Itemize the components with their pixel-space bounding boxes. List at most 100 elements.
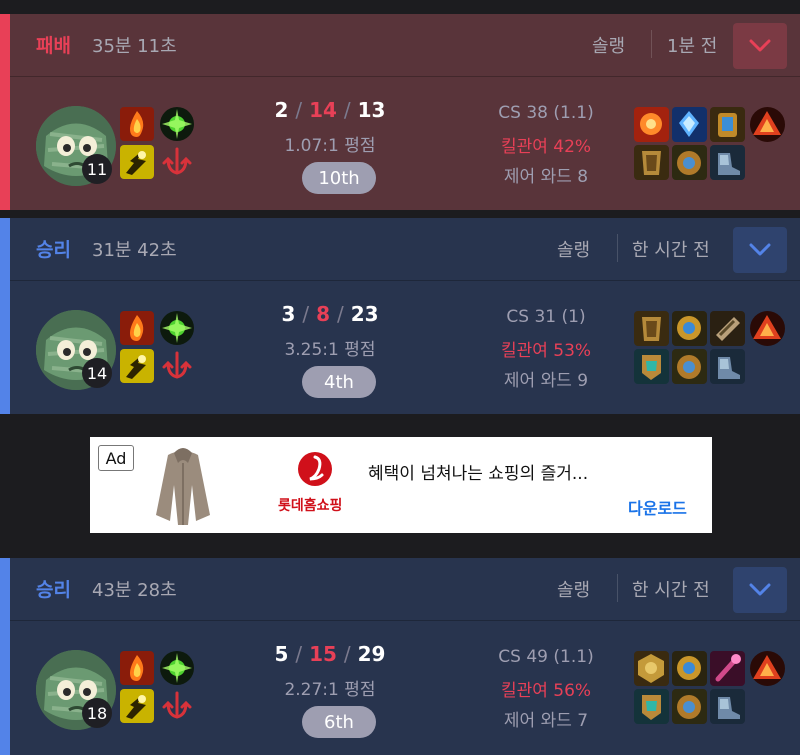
expand-button[interactable] xyxy=(733,23,787,69)
ad-brand: 롯데홈쇼핑 xyxy=(278,498,343,514)
kda-ratio: 2.27:1 평점 xyxy=(284,680,376,700)
header-divider xyxy=(617,234,618,262)
sunfire-aegis-icon[interactable] xyxy=(634,107,669,142)
ignite-icon[interactable] xyxy=(120,651,154,685)
control-wards: 제어 와드 9 xyxy=(503,371,589,391)
keystone-rune-icon xyxy=(160,311,194,345)
demonic-embrace-icon[interactable] xyxy=(672,349,707,384)
flash-icon[interactable] xyxy=(120,349,154,383)
queue-type: 솔랭 xyxy=(557,580,591,601)
keystone-rune-icon xyxy=(160,107,194,141)
void-staff-icon[interactable] xyxy=(710,651,745,686)
ad-label: Ad xyxy=(98,445,134,471)
chevron-down-icon xyxy=(749,583,771,596)
rank-badge: 4th xyxy=(302,366,376,398)
queue-type: 솔랭 xyxy=(557,240,591,261)
oracle-lens-icon[interactable] xyxy=(750,107,785,142)
kill-participation: 킬관여 56% xyxy=(500,681,592,701)
match-duration: 31분 42초 xyxy=(92,240,177,261)
control-wards: 제어 와드 7 xyxy=(503,711,589,731)
ignite-icon[interactable] xyxy=(120,311,154,345)
thornmail-icon[interactable] xyxy=(634,311,669,346)
kda: 2 / 14 / 13 xyxy=(274,98,386,122)
oracle-lens-icon[interactable] xyxy=(750,651,785,686)
match-header: 승리 31분 42초 솔랭 한 시간 전 xyxy=(10,218,800,281)
champion-level: 18 xyxy=(82,698,112,728)
match-card-win[interactable]: 승리 43분 28초 솔랭 한 시간 전 18 5 / 15 / 29 2.27… xyxy=(0,558,800,755)
kda-ratio: 3.25:1 평점 xyxy=(284,340,376,360)
kills: 2 xyxy=(274,98,289,122)
creep-score: CS 31 (1) xyxy=(506,307,586,327)
flash-icon[interactable] xyxy=(120,689,154,723)
result-stripe xyxy=(0,14,10,210)
flash-icon[interactable] xyxy=(120,145,154,179)
ad-banner[interactable]: Ad 롯데홈쇼핑 혜택이 넘쳐나는 쇼핑의 즐거... 다운로드 xyxy=(90,437,712,533)
match-result: 승리 xyxy=(36,579,71,601)
secondary-rune-icon xyxy=(160,145,194,179)
deaths: 15 xyxy=(309,642,337,666)
kills: 3 xyxy=(281,302,296,326)
secondary-rune-icon xyxy=(160,349,194,383)
control-wards: 제어 와드 8 xyxy=(503,167,589,187)
mercury-treads-icon[interactable] xyxy=(710,145,745,180)
kda-ratio: 1.07:1 평점 xyxy=(284,136,376,156)
frozen-heart-icon[interactable] xyxy=(672,107,707,142)
demonic-embrace-icon[interactable] xyxy=(672,689,707,724)
assists: 23 xyxy=(350,302,379,326)
rank-badge: 10th xyxy=(302,162,376,194)
queue-type: 솔랭 xyxy=(592,36,626,57)
plated-steelcaps-icon[interactable] xyxy=(710,311,745,346)
mercury-treads-icon[interactable] xyxy=(710,689,745,724)
secondary-rune-icon xyxy=(160,689,194,723)
chevron-down-icon xyxy=(749,39,771,52)
kill-participation: 킬관여 42% xyxy=(500,137,592,157)
zhonyas-icon[interactable] xyxy=(672,311,707,346)
creep-score: CS 49 (1.1) xyxy=(498,647,594,667)
ignite-icon[interactable] xyxy=(120,107,154,141)
zhonyas-icon[interactable] xyxy=(672,651,707,686)
demonic-embrace-icon[interactable] xyxy=(672,145,707,180)
rank-badge: 6th xyxy=(302,706,376,738)
header-divider xyxy=(617,574,618,602)
thornmail-icon[interactable] xyxy=(634,145,669,180)
result-stripe xyxy=(0,218,10,414)
ad-title[interactable]: 혜택이 넘쳐나는 쇼핑의 즐거... xyxy=(368,459,588,484)
time-ago: 1분 전 xyxy=(667,36,718,57)
keystone-rune-icon xyxy=(160,651,194,685)
match-result: 패배 xyxy=(36,35,71,57)
lotte-logo-icon xyxy=(298,452,332,486)
oracle-lens-icon[interactable] xyxy=(750,311,785,346)
header-divider xyxy=(651,30,652,58)
mercury-treads-icon[interactable] xyxy=(710,349,745,384)
result-stripe xyxy=(0,558,10,755)
match-card-loss[interactable]: 패배 35분 11초 솔랭 1분 전 11 2 / 14 / 13 1.07:1… xyxy=(0,14,800,210)
jak-sho-icon[interactable] xyxy=(710,107,745,142)
expand-button[interactable] xyxy=(733,567,787,613)
kda: 3 / 8 / 23 xyxy=(281,302,379,326)
ad-download-link[interactable]: 다운로드 xyxy=(628,495,687,519)
match-result: 승리 xyxy=(36,239,71,261)
match-header: 승리 43분 28초 솔랭 한 시간 전 xyxy=(10,558,800,621)
gargoyle-stoneplate-icon[interactable] xyxy=(634,651,669,686)
deaths: 14 xyxy=(309,98,337,122)
creep-score: CS 38 (1.1) xyxy=(498,103,594,123)
champion-level: 14 xyxy=(82,358,112,388)
time-ago: 한 시간 전 xyxy=(632,240,710,261)
time-ago: 한 시간 전 xyxy=(632,580,710,601)
fur-jacket-image xyxy=(156,448,210,525)
kda: 5 / 15 / 29 xyxy=(274,642,386,666)
abyssal-mask-icon[interactable] xyxy=(634,349,669,384)
champion-level: 11 xyxy=(82,154,112,184)
assists: 29 xyxy=(357,642,386,666)
kill-participation: 킬관여 53% xyxy=(500,341,592,361)
match-header: 패배 35분 11초 솔랭 1분 전 xyxy=(10,14,800,77)
kills: 5 xyxy=(274,642,289,666)
match-duration: 35분 11초 xyxy=(92,36,177,57)
chevron-down-icon xyxy=(749,243,771,256)
assists: 13 xyxy=(357,98,386,122)
expand-button[interactable] xyxy=(733,227,787,273)
abyssal-mask-icon[interactable] xyxy=(634,689,669,724)
match-duration: 43분 28초 xyxy=(92,580,177,601)
deaths: 8 xyxy=(316,302,330,326)
match-card-win[interactable]: 승리 31분 42초 솔랭 한 시간 전 14 3 / 8 / 23 3.25:… xyxy=(0,218,800,414)
